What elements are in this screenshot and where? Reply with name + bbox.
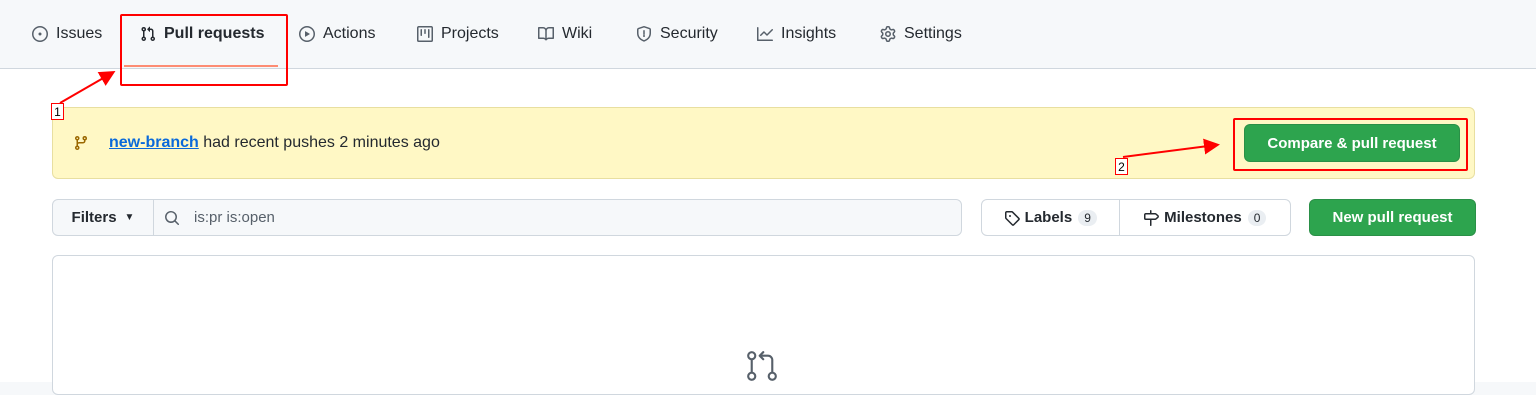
tab-actions-label: Actions [323,25,376,42]
annotation-number-1: 1 [51,103,64,120]
annotation-box-pull-requests [120,14,288,86]
git-pull-request-icon [747,351,777,381]
search-input[interactable] [192,208,896,227]
tab-settings-label: Settings [904,25,962,42]
tag-icon [1004,210,1020,226]
filters-dropdown-button[interactable]: Filters ▼ [53,200,154,235]
tab-wiki-label: Wiki [562,25,593,42]
tab-projects[interactable]: Projects [417,0,499,68]
tab-projects-label: Projects [441,25,499,42]
milestones-text: Milestones [1164,209,1242,226]
shield-icon [637,26,651,42]
table-icon [417,26,433,42]
search-icon [165,210,180,225]
gear-icon [880,26,896,42]
labels-counter: 9 [1078,209,1097,226]
play-icon [299,26,315,42]
tab-security-label: Security [660,25,718,42]
labels-text: Labels [1024,209,1073,226]
branch-link[interactable]: new-branch [109,134,199,151]
tab-wiki[interactable]: Wiki [538,0,592,68]
labels-milestones-group: Labels 9 Milestones 0 [981,199,1291,236]
filters-label: Filters [71,209,117,226]
issue-opened-icon [32,26,48,42]
filter-bar: Filters ▼ [52,199,962,236]
tab-insights-label: Insights [781,25,837,42]
tab-actions[interactable]: Actions [299,0,375,68]
milestone-icon [1144,209,1160,226]
milestones-button[interactable]: Milestones 0 [1120,200,1290,235]
milestones-counter: 0 [1247,209,1267,226]
annotation-box-compare-button [1233,118,1468,171]
git-branch-icon [74,136,87,151]
annotation-number-2: 2 [1115,158,1128,175]
labels-button[interactable]: Labels 9 [982,200,1120,235]
tab-security[interactable]: Security [636,0,718,68]
recent-push-message: new-branch had recent pushes 2 minutes a… [109,134,440,152]
new-pull-request-button[interactable]: New pull request [1309,199,1476,236]
graph-icon [757,27,773,41]
tab-settings[interactable]: Settings [880,0,962,68]
tab-issues-label: Issues [56,25,103,42]
pull-request-list-empty [52,255,1475,395]
caret-down-icon: ▼ [124,212,135,223]
recent-push-text: had recent pushes 2 minutes ago [198,134,440,151]
search-wrapper [154,200,961,235]
tab-insights[interactable]: Insights [757,0,836,68]
book-icon [538,26,554,41]
tab-issues[interactable]: Issues [32,0,102,68]
